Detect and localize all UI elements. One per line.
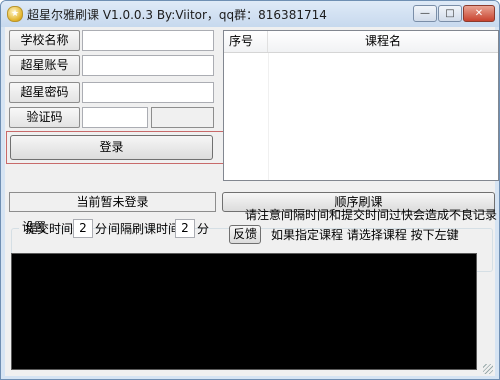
star-icon: ★ — [7, 6, 23, 22]
column-course-name[interactable]: 课程名 — [268, 31, 498, 52]
window-title: 超星尔雅刷课 V1.0.0.3 By:Viitor，qq群：816381714 — [27, 8, 327, 22]
course-select-hint: 如果指定课程 请选择课程 按下左键 — [271, 228, 459, 242]
account-label: 超星账号 — [9, 55, 80, 76]
resize-grip[interactable] — [483, 364, 493, 374]
log-console[interactable] — [11, 253, 477, 370]
captcha-image[interactable] — [151, 107, 214, 128]
login-button[interactable]: 登录 — [10, 135, 213, 160]
login-status: 当前暂未登录 — [9, 192, 216, 212]
submit-time-input[interactable]: 2 — [73, 219, 93, 238]
minimize-button[interactable]: — — [413, 5, 437, 22]
course-list-header: 序号 课程名 — [224, 31, 498, 53]
account-input[interactable] — [82, 55, 214, 76]
captcha-input[interactable] — [82, 107, 148, 128]
main-window: ★ 超星尔雅刷课 V1.0.0.3 By:Viitor，qq群：81638171… — [0, 0, 500, 380]
school-input[interactable] — [82, 30, 214, 51]
submit-time-label: 提交时间 — [25, 222, 74, 236]
password-input[interactable] — [82, 82, 214, 103]
close-button[interactable]: ✕ — [463, 5, 495, 22]
password-label: 超星密码 — [9, 82, 80, 103]
interval-label: 间隔刷课时间 — [108, 222, 181, 236]
captcha-label: 验证码 — [9, 107, 80, 128]
school-label: 学校名称 — [9, 30, 80, 51]
column-index[interactable]: 序号 — [224, 31, 268, 52]
speed-warning: 请注意间隔时间和提交时间过快会造成不良记录 — [245, 208, 498, 222]
interval-input[interactable]: 2 — [175, 219, 195, 238]
feedback-button[interactable]: 反馈 — [229, 225, 261, 244]
maximize-button[interactable]: □ — [438, 5, 462, 22]
client-area: 学校名称 超星账号 超星密码 验证码 登录 序号 课程名 当前暂未登录 顺序刷课… — [5, 27, 499, 376]
column-divider — [268, 53, 269, 180]
submit-time-unit: 分 — [95, 222, 108, 236]
course-list[interactable]: 序号 课程名 — [223, 30, 499, 181]
title-bar[interactable]: ★ 超星尔雅刷课 V1.0.0.3 By:Viitor，qq群：81638171… — [1, 1, 499, 27]
interval-unit: 分 — [197, 222, 210, 236]
